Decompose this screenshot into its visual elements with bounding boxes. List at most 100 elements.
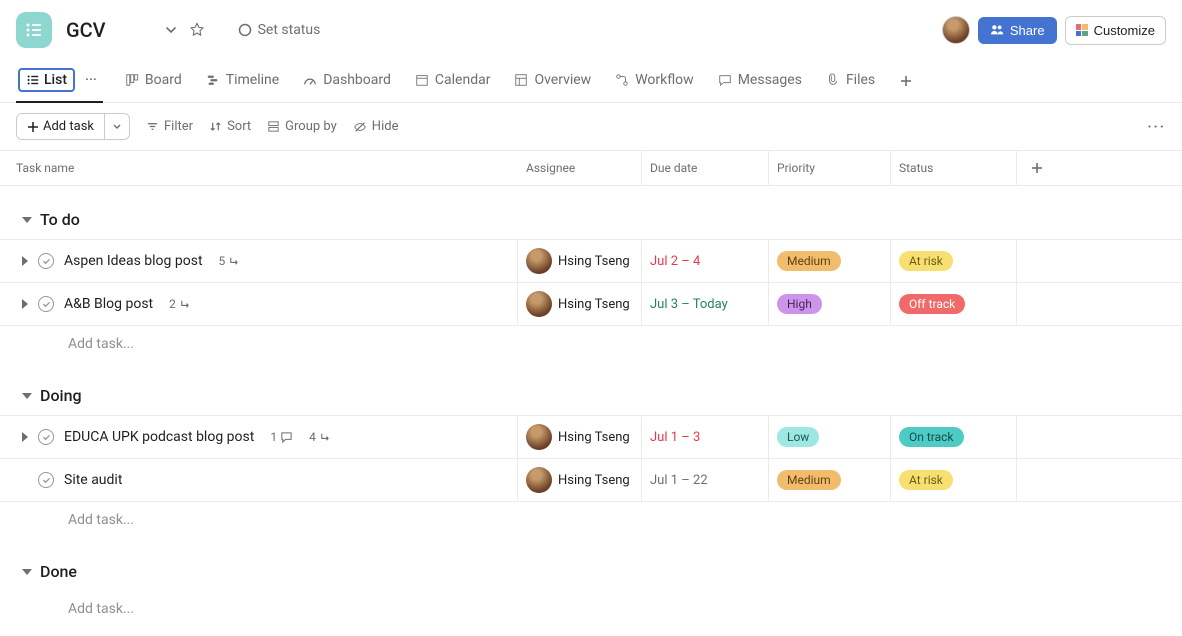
col-assignee[interactable]: Assignee [518, 151, 642, 185]
calendar-icon [415, 73, 429, 87]
filter-icon [146, 120, 159, 133]
task-row[interactable]: EDUCA UPK podcast blog post 1 4 Hsing Ts… [0, 415, 1182, 458]
sort-button[interactable]: Sort [209, 119, 251, 134]
status-cell[interactable]: At risk [891, 240, 1017, 282]
due-date: Jul 3 – Today [650, 297, 728, 312]
tab-messages[interactable]: Messages [716, 64, 804, 98]
status-pill: On track [899, 427, 964, 447]
tab-timeline-label: Timeline [226, 72, 279, 88]
expand-subtasks[interactable] [22, 256, 28, 266]
priority-cell[interactable]: High [769, 283, 891, 325]
row-overflow[interactable] [1017, 283, 1057, 325]
hide-label: Hide [372, 119, 399, 134]
task-name[interactable]: Aspen Ideas blog post [64, 253, 203, 269]
chevron-down-icon[interactable] [162, 21, 180, 39]
assignee-cell[interactable]: Hsing Tseng [518, 240, 642, 282]
add-task-dropdown[interactable] [105, 114, 129, 139]
priority-pill: High [777, 294, 822, 314]
expand-subtasks[interactable] [22, 432, 28, 442]
tab-list-label: List [44, 72, 67, 88]
hide-button[interactable]: Hide [353, 119, 399, 134]
complete-checkbox[interactable] [38, 472, 54, 488]
col-priority[interactable]: Priority [769, 151, 891, 185]
set-status-button[interactable]: Set status [232, 18, 327, 42]
project-icon[interactable] [16, 12, 52, 48]
sort-label: Sort [227, 119, 251, 134]
share-button[interactable]: Share [978, 17, 1057, 44]
assignee-cell[interactable]: Hsing Tseng [518, 459, 642, 501]
tab-overview[interactable]: Overview [512, 64, 593, 98]
tab-files[interactable]: Files [824, 64, 877, 98]
star-icon[interactable] [188, 21, 206, 39]
customize-button[interactable]: Customize [1065, 16, 1166, 45]
add-task-label: Add task [43, 119, 94, 134]
tab-timeline[interactable]: Timeline [204, 64, 281, 98]
task-row[interactable]: Site audit Hsing Tseng Jul 1 – 22 Medium… [0, 458, 1182, 502]
section-title[interactable]: To do [40, 210, 80, 229]
priority-pill: Medium [777, 251, 841, 271]
add-task-inline[interactable]: Add task... [0, 502, 1182, 538]
add-task-inline[interactable]: Add task... [0, 591, 1182, 627]
complete-checkbox[interactable] [38, 429, 54, 445]
col-add[interactable] [1017, 151, 1057, 185]
due-date-cell[interactable]: Jul 3 – Today [642, 283, 769, 325]
task-name[interactable]: EDUCA UPK podcast blog post [64, 429, 254, 445]
subtask-count[interactable]: 5 [219, 254, 242, 268]
tab-calendar[interactable]: Calendar [413, 64, 493, 98]
row-overflow[interactable] [1017, 416, 1057, 458]
filter-button[interactable]: Filter [146, 119, 193, 134]
add-tab-button[interactable] [897, 72, 915, 90]
priority-cell[interactable]: Low [769, 416, 891, 458]
tab-list[interactable]: List ··· [16, 60, 103, 102]
complete-checkbox[interactable] [38, 253, 54, 269]
status-pill: At risk [899, 470, 953, 490]
add-task-inline[interactable]: Add task... [0, 326, 1182, 362]
filter-label: Filter [164, 119, 193, 134]
task-row[interactable]: A&B Blog post 2 Hsing Tseng Jul 3 – Toda… [0, 282, 1182, 326]
project-title[interactable]: GCV [66, 18, 106, 42]
section-title[interactable]: Doing [40, 386, 82, 405]
tab-workflow[interactable]: Workflow [613, 64, 696, 98]
assignee-name: Hsing Tseng [558, 297, 630, 312]
tab-list-menu[interactable]: ··· [81, 72, 101, 88]
row-overflow[interactable] [1017, 240, 1057, 282]
sort-icon [209, 120, 222, 133]
tab-dashboard[interactable]: Dashboard [301, 64, 393, 98]
task-name[interactable]: A&B Blog post [64, 296, 153, 312]
due-date: Jul 1 – 22 [650, 473, 708, 488]
status-cell[interactable]: Off track [891, 283, 1017, 325]
due-date-cell[interactable]: Jul 1 – 22 [642, 459, 769, 501]
assignee-cell[interactable]: Hsing Tseng [518, 283, 642, 325]
due-date-cell[interactable]: Jul 1 – 3 [642, 416, 769, 458]
status-cell[interactable]: At risk [891, 459, 1017, 501]
assignee-cell[interactable]: Hsing Tseng [518, 416, 642, 458]
due-date-cell[interactable]: Jul 2 – 4 [642, 240, 769, 282]
groupby-button[interactable]: Group by [267, 119, 337, 134]
row-overflow[interactable] [1017, 459, 1057, 501]
expand-subtasks[interactable] [22, 299, 28, 309]
status-circle-icon [238, 23, 252, 37]
subtask-count[interactable]: 4 [309, 430, 332, 444]
user-avatar[interactable] [942, 16, 970, 44]
task-name[interactable]: Site audit [64, 472, 122, 488]
priority-cell[interactable]: Medium [769, 459, 891, 501]
add-task-button[interactable]: Add task [16, 113, 130, 140]
section-title[interactable]: Done [40, 562, 77, 581]
priority-cell[interactable]: Medium [769, 240, 891, 282]
assignee-name: Hsing Tseng [558, 254, 630, 269]
section-toggle[interactable] [22, 217, 32, 223]
subtask-count[interactable]: 2 [169, 297, 192, 311]
section-toggle[interactable] [22, 569, 32, 575]
assignee-name: Hsing Tseng [558, 473, 630, 488]
section-toggle[interactable] [22, 393, 32, 399]
complete-checkbox[interactable] [38, 296, 54, 312]
col-status[interactable]: Status [891, 151, 1017, 185]
toolbar-overflow[interactable]: ··· [1147, 119, 1166, 135]
col-task-name[interactable]: Task name [0, 151, 518, 185]
tab-board[interactable]: Board [123, 64, 184, 98]
dashboard-icon [303, 73, 317, 87]
col-due-date[interactable]: Due date [642, 151, 769, 185]
task-row[interactable]: Aspen Ideas blog post 5 Hsing Tseng Jul … [0, 239, 1182, 282]
status-cell[interactable]: On track [891, 416, 1017, 458]
comment-count[interactable]: 1 [270, 430, 293, 444]
